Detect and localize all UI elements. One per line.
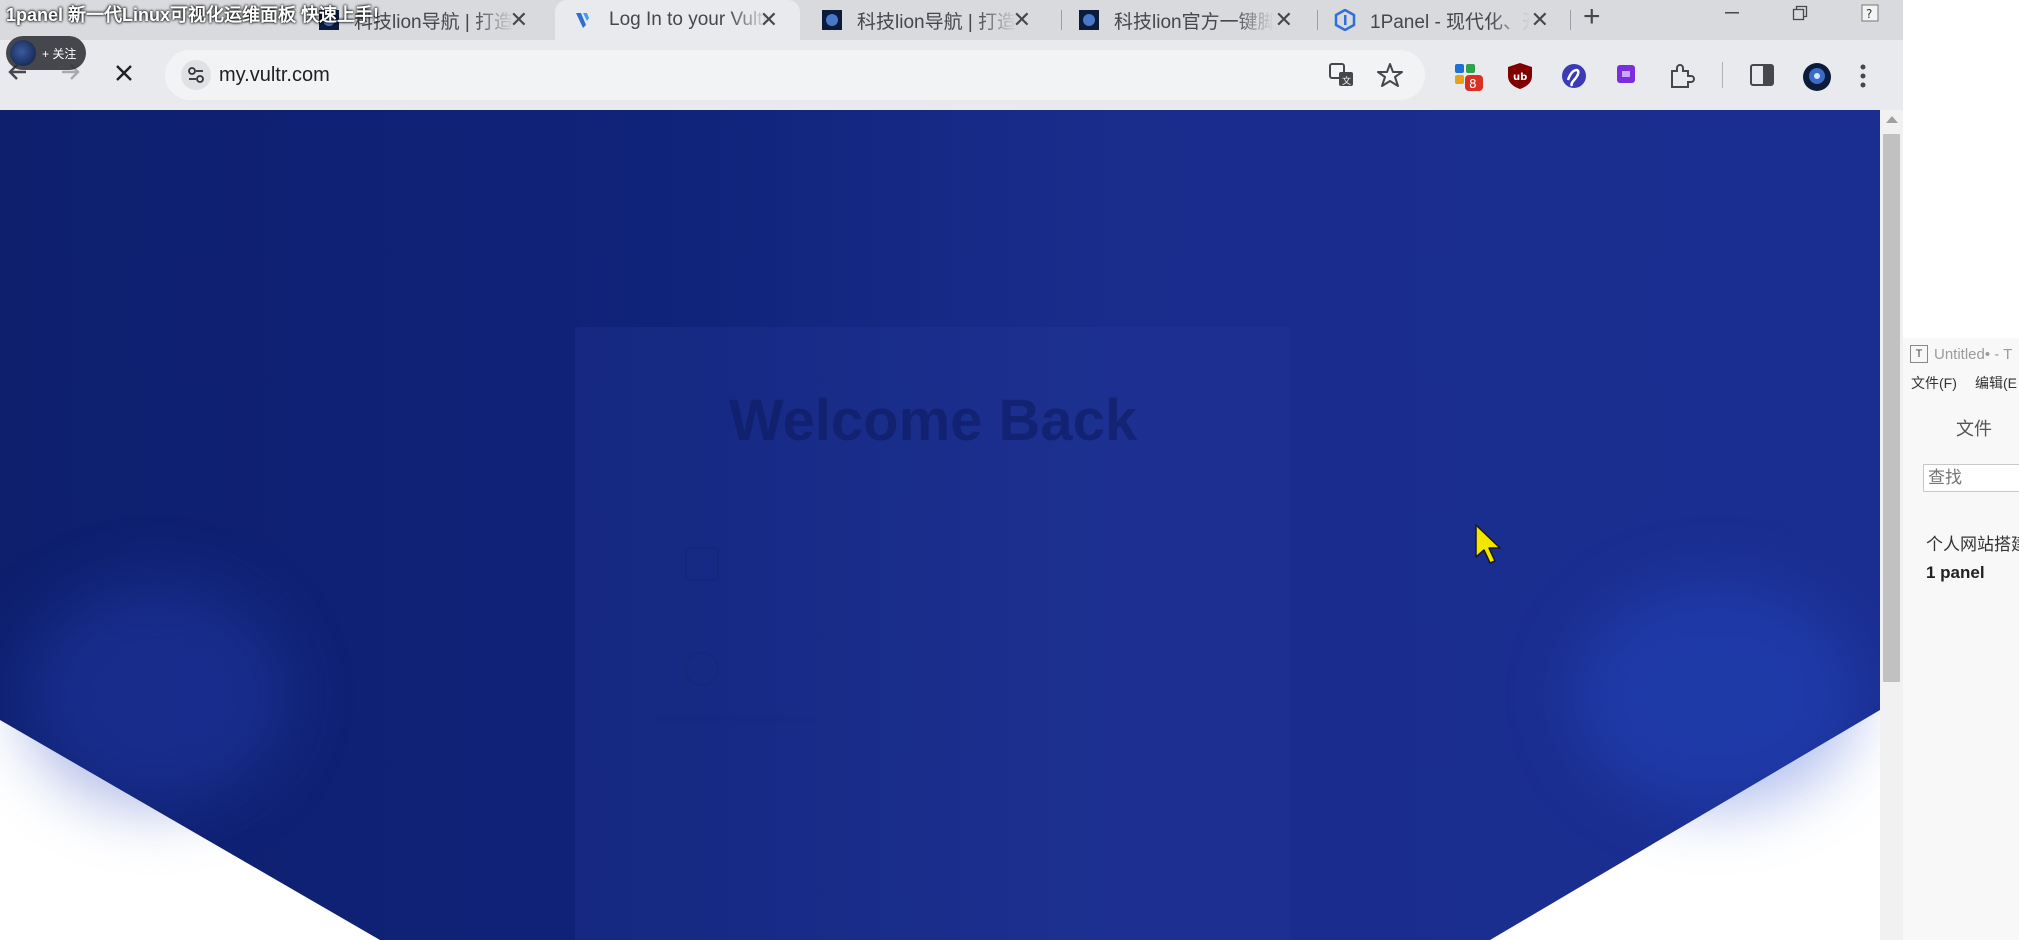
tab-lion-script[interactable]: 科技lion官方一键脚本 ✕ (1060, 0, 1315, 40)
menu-file[interactable]: 文件(F) (1911, 373, 1957, 393)
svg-text:?: ? (1866, 7, 1872, 21)
url-text[interactable]: my.vultr.com (219, 64, 330, 87)
extension-swirl-icon[interactable] (1560, 62, 1588, 90)
tab-close-icon[interactable]: ✕ (510, 7, 528, 33)
file-list-item[interactable]: 个人网站搭建 (1926, 530, 2019, 555)
new-tab-button[interactable]: + (1583, 0, 1601, 34)
side-panel-icon[interactable] (1749, 62, 1777, 90)
mouse-cursor-icon (1474, 523, 1504, 572)
decorative-glow-left (20, 580, 290, 810)
browser-toolbar: my.vultr.com 文 8 ub (0, 40, 1903, 110)
browser-window: 科技lion导航 | 打造 ✕ Log In to your Vultr ✕ 科… (0, 0, 1903, 940)
profile-avatar[interactable] (1802, 62, 1831, 91)
file-list-item-active[interactable]: 1 panel (1926, 563, 1985, 583)
ublock-icon[interactable]: ub (1507, 62, 1535, 90)
files-panel-heading: 文件 (1956, 419, 1992, 439)
svg-text:ub: ub (1513, 72, 1527, 83)
tab-title: Log In to your Vultr (609, 9, 769, 30)
typora-logo-icon: T (1910, 345, 1928, 363)
svg-text:文: 文 (1342, 75, 1351, 87)
scroll-up-icon[interactable] (1886, 116, 1898, 123)
tab-separator (1570, 10, 1571, 30)
restore-icon[interactable] (1780, 0, 1820, 26)
extension-apps-icon[interactable]: 8 (1453, 62, 1483, 91)
login-card: Welcome Back (575, 327, 1291, 940)
password-field-icon (685, 652, 719, 686)
follow-button[interactable]: + 关注 (6, 36, 87, 70)
window-help-icon[interactable]: ? (1850, 0, 1890, 26)
lion-favicon-icon (821, 9, 843, 31)
editor-titlebar: T Untitled• - T (1910, 345, 2012, 363)
editor-title: Untitled• - T (1934, 345, 2013, 363)
file-search-input[interactable] (1923, 464, 2019, 492)
editor-blank-area (1903, 0, 2019, 338)
welcome-heading: Welcome Back (728, 388, 1138, 453)
translate-icon[interactable]: 文 (1328, 61, 1356, 89)
login-divider (655, 717, 815, 721)
1panel-favicon-icon (1334, 9, 1356, 31)
extension-badge-count: 8 (1469, 77, 1477, 91)
minimize-icon[interactable] (1712, 0, 1752, 26)
tab-vultr-login[interactable]: Log In to your Vultr ✕ (555, 0, 800, 40)
bookmark-star-icon[interactable] (1376, 61, 1404, 89)
extension-purple-icon[interactable] (1614, 62, 1642, 90)
address-bar[interactable]: my.vultr.com 文 (165, 50, 1425, 100)
lion-favicon-icon (1078, 9, 1100, 31)
tab-title: 科技lion导航 | 打造 (857, 11, 1017, 33)
tab-lion-nav-2[interactable]: 科技lion导航 | 打造 ✕ (803, 0, 1053, 40)
page-scrollbar[interactable] (1880, 110, 1903, 940)
more-menu-icon[interactable] (1858, 62, 1886, 90)
toolbar-divider (1722, 62, 1723, 88)
tab-title: 科技lion官方一键脚本 (1114, 11, 1274, 33)
vultr-favicon-icon (573, 9, 595, 31)
extensions-puzzle-icon[interactable] (1667, 62, 1695, 90)
tab-close-icon[interactable]: ✕ (1275, 7, 1293, 33)
email-field-icon (685, 547, 719, 581)
tab-1panel[interactable]: 1Panel - 现代化、开源 ✕ (1316, 0, 1571, 40)
tab-close-icon[interactable]: ✕ (1531, 7, 1549, 33)
page-content: Welcome Back (0, 110, 1880, 940)
tab-close-icon[interactable]: ✕ (1013, 7, 1031, 33)
menu-edit[interactable]: 编辑(E (1975, 373, 2017, 393)
site-settings-icon[interactable] (181, 60, 211, 90)
uploader-avatar (10, 40, 36, 66)
tab-title: 1Panel - 现代化、开源 (1370, 11, 1530, 33)
decorative-glow-right (1570, 580, 1860, 810)
follow-label: + 关注 (42, 46, 77, 61)
video-title: 1panel 新一代Linux可视化运维面板 快速上手! (6, 5, 380, 25)
stop-loading-icon[interactable] (113, 58, 135, 92)
tab-close-icon[interactable]: ✕ (760, 7, 778, 33)
editor-window: T Untitled• - T 文件(F) 编辑(E 文件 个人网站搭建 1 p… (1903, 0, 2019, 940)
scrollbar-thumb[interactable] (1883, 134, 1900, 682)
